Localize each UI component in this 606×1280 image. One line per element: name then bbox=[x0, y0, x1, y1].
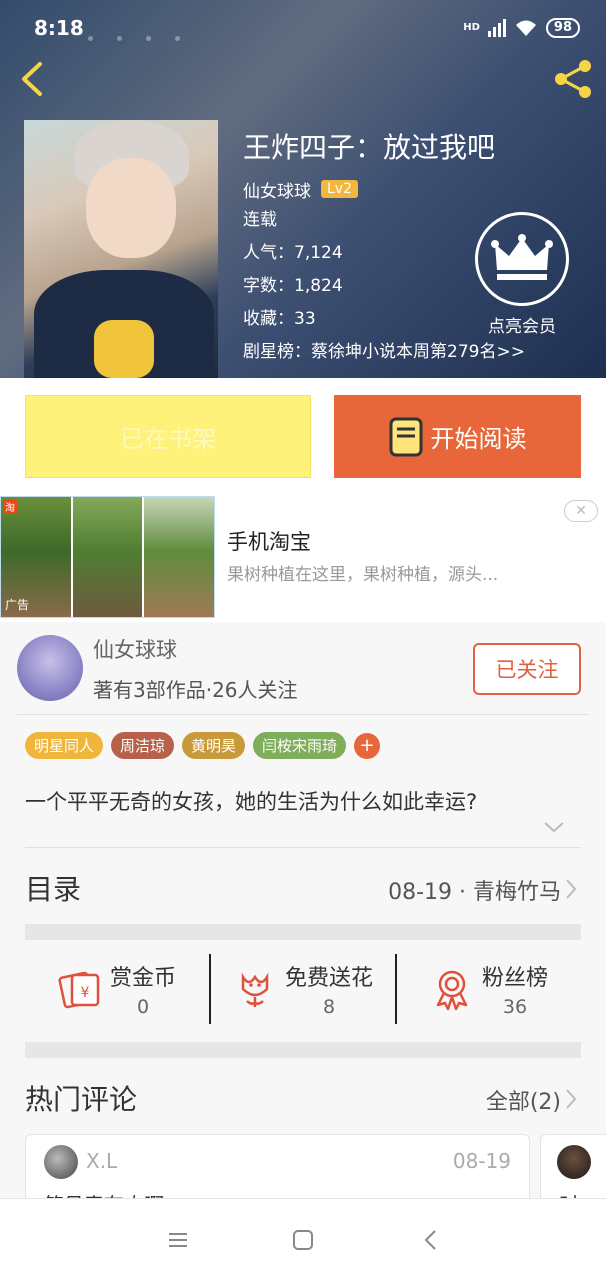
latest-chapter[interactable]: 08-19 · 青梅竹马 bbox=[388, 874, 561, 906]
on-shelf-button[interactable]: 已在书架 bbox=[25, 395, 311, 478]
share-icon[interactable] bbox=[550, 56, 596, 102]
signal-icon bbox=[487, 19, 506, 37]
book-icon bbox=[389, 417, 422, 456]
ad-banner[interactable]: 淘 广告 手机淘宝 果树种植在这里，果树种植，源头... ✕ bbox=[0, 494, 606, 622]
chevron-down-icon[interactable] bbox=[542, 820, 566, 834]
vip-button[interactable]: 点亮会员 bbox=[474, 212, 570, 337]
level-badge: Lv2 bbox=[321, 180, 358, 198]
wifi-icon bbox=[515, 20, 536, 36]
tag-item[interactable]: 闫桉宋雨琦 bbox=[253, 732, 347, 759]
crown-icon bbox=[475, 212, 569, 306]
stat-value: 36 bbox=[502, 996, 528, 1018]
nav-back-icon[interactable] bbox=[416, 1225, 446, 1255]
menu-icon[interactable] bbox=[163, 1225, 193, 1255]
comment-date: 08-19 bbox=[452, 1149, 511, 1173]
author-meta: 著有3部作品·26人关注 bbox=[93, 678, 298, 702]
system-nav-bar bbox=[0, 1198, 606, 1280]
status-icons: HD 98 bbox=[463, 18, 580, 38]
vip-label: 点亮会员 bbox=[488, 317, 556, 337]
stat-label: 免费送花 bbox=[284, 966, 373, 991]
section-band bbox=[25, 1042, 581, 1058]
table-of-contents-row[interactable]: 目录 08-19 · 青梅竹马 bbox=[25, 860, 581, 916]
taobao-icon: 淘 bbox=[3, 499, 17, 514]
stat-flower[interactable]: 免费送花 8 bbox=[209, 954, 395, 1024]
start-reading-label: 开始阅读 bbox=[430, 425, 527, 453]
back-icon[interactable] bbox=[14, 58, 50, 100]
ad-description[interactable]: 果树种植在这里，果树种植，源头... bbox=[227, 560, 557, 585]
all-comments-link[interactable]: 全部(2) bbox=[486, 1084, 561, 1116]
comment-user[interactable]: X.L bbox=[86, 1149, 117, 1173]
notification-dots bbox=[88, 26, 204, 45]
action-bar: 已在书架 开始阅读 bbox=[0, 378, 606, 494]
status-bar: 8:18 HD 98 bbox=[0, 0, 606, 56]
stat-label: 粉丝榜 bbox=[481, 966, 548, 991]
section-band bbox=[25, 924, 581, 940]
book-cover[interactable] bbox=[24, 120, 218, 378]
divider bbox=[17, 714, 589, 715]
hd-icon: HD bbox=[463, 22, 480, 33]
chevron-right-icon bbox=[566, 879, 577, 899]
stat-value: 8 bbox=[322, 996, 336, 1018]
avatar[interactable] bbox=[44, 1145, 78, 1179]
book-author[interactable]: 仙女球球 bbox=[243, 177, 311, 202]
close-icon[interactable]: ✕ bbox=[564, 500, 598, 522]
toc-title: 目录 bbox=[25, 873, 82, 906]
book-title: 王炸四子：放过我吧 bbox=[243, 131, 496, 164]
rank-link[interactable]: 剧星榜：蔡徐坤小说本周第279名>> bbox=[243, 336, 525, 369]
svg-text:¥: ¥ bbox=[81, 985, 90, 1001]
ad-image[interactable]: 淘 广告 bbox=[0, 496, 215, 618]
status-time: 8:18 bbox=[34, 16, 84, 40]
author-name[interactable]: 仙女球球 bbox=[93, 634, 177, 664]
medal-icon bbox=[436, 970, 468, 1011]
avatar[interactable] bbox=[17, 635, 83, 701]
home-icon[interactable] bbox=[288, 1225, 318, 1255]
ad-mark: 广告 bbox=[5, 598, 30, 612]
hot-comments-title: 热门评论 bbox=[25, 1083, 138, 1116]
chevron-right-icon[interactable] bbox=[565, 1088, 577, 1110]
stat-value: 0 bbox=[136, 996, 150, 1018]
tag-item[interactable]: 明星同人 bbox=[25, 732, 104, 759]
author-row[interactable]: 仙女球球 Lv2 bbox=[243, 174, 525, 204]
stat-label: 赏金币 bbox=[109, 966, 176, 991]
avatar[interactable] bbox=[557, 1145, 591, 1179]
tag-list: 明星同人 周洁琼 黄明昊 闫桉宋雨琦 + bbox=[25, 732, 381, 759]
synopsis: 一个平平无奇的女孩，她的生活为什么如此幸运? bbox=[25, 790, 478, 814]
stats-row: ¥ 赏金币 0 免费送花 8 粉丝榜 36 bbox=[25, 954, 581, 1024]
ad-title[interactable]: 手机淘宝 bbox=[227, 526, 311, 556]
add-tag-button[interactable]: + bbox=[354, 732, 381, 759]
red-envelope-icon: ¥ bbox=[58, 971, 100, 1009]
tag-item[interactable]: 周洁琼 bbox=[111, 732, 175, 759]
follow-button[interactable]: 已关注 bbox=[473, 643, 581, 695]
stat-fans[interactable]: 粉丝榜 36 bbox=[395, 954, 581, 1024]
tag-item[interactable]: 黄明昊 bbox=[182, 732, 246, 759]
stat-reward[interactable]: ¥ 赏金币 0 bbox=[25, 954, 209, 1024]
divider bbox=[25, 847, 581, 848]
battery-icon: 98 bbox=[545, 18, 580, 38]
flower-icon bbox=[241, 972, 269, 1007]
book-header: 8:18 HD 98 王炸四子：放过我吧 仙女球球 Lv2 连载 人气：7,12… bbox=[0, 0, 606, 378]
start-reading-button[interactable]: 开始阅读 bbox=[334, 395, 581, 478]
